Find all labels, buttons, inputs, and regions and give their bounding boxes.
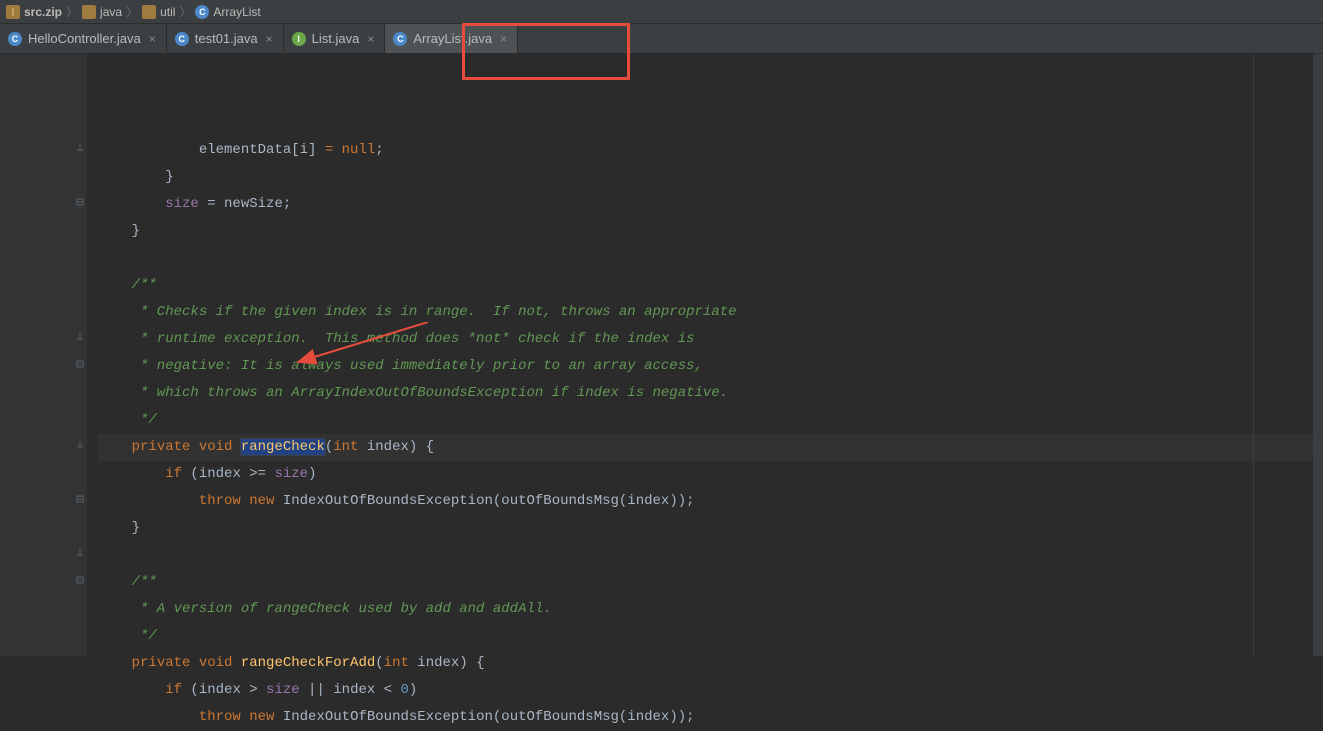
code-line[interactable]: * A version of rangeCheck used by add an… [98,596,1313,623]
code-line[interactable]: } [98,515,1313,542]
interface-icon: I [292,32,306,46]
code-line[interactable]: if (index >= size) [98,461,1313,488]
code-line[interactable]: private void rangeCheck(int index) { [98,434,1313,461]
code-line[interactable]: throw new IndexOutOfBoundsException(outO… [98,488,1313,515]
fold-start-icon[interactable] [75,198,85,210]
code-line[interactable] [98,542,1313,569]
code-line[interactable]: private void rangeCheckForAdd(int index)… [98,650,1313,677]
code-editor[interactable]: elementData[i] = null; } size = newSize;… [88,54,1313,656]
close-icon[interactable]: × [264,32,275,46]
code-line[interactable]: } [98,218,1313,245]
breadcrumb-item-util[interactable]: util [142,5,175,19]
breadcrumb-label: java [100,5,122,19]
code-line[interactable]: * Checks if the given index is in range.… [98,299,1313,326]
tab-hellocontroller-java[interactable]: C HelloController.java × [0,24,167,53]
fold-start-icon[interactable] [75,576,85,588]
code-line[interactable]: size = newSize; [98,191,1313,218]
folder-icon [82,5,96,19]
breadcrumb-label: ArrayList [213,5,260,19]
class-icon: C [393,32,407,46]
scrollbar[interactable] [1313,54,1323,656]
breadcrumb-item-java[interactable]: java [82,5,122,19]
code-line[interactable]: } [98,164,1313,191]
breadcrumb-separator: 〉 [66,3,78,20]
tab-label: ArrayList.java [413,31,492,46]
folder-icon [142,5,156,19]
breadcrumb-bar: src.zip 〉 java 〉 util 〉 C ArrayList [0,0,1323,24]
code-line[interactable]: */ [98,407,1313,434]
editor-tabs: C HelloController.java × Ctest01.java × I List… [0,24,1323,54]
code-line[interactable]: if (index > size || index < 0) [98,677,1313,704]
class-icon: C [195,5,209,19]
code-line[interactable]: * which throws an ArrayIndexOutOfBoundsE… [98,380,1313,407]
gutter[interactable] [0,54,88,656]
code-line[interactable]: /** [98,272,1313,299]
close-icon[interactable]: × [365,32,376,46]
tab-label: test01.java [195,31,258,46]
code-line[interactable]: throw new IndexOutOfBoundsException(outO… [98,704,1313,731]
archive-icon [6,5,20,19]
breadcrumb-item-src-zip[interactable]: src.zip [6,5,62,19]
right-margin-line [1253,54,1254,656]
code-line[interactable]: /** [98,569,1313,596]
code-line[interactable] [98,245,1313,272]
class-icon: C [8,32,22,46]
close-icon[interactable]: × [147,32,158,46]
class-icon: C [175,32,189,46]
breadcrumb-item-arraylist[interactable]: C ArrayList [195,5,260,19]
breadcrumb-label: util [160,5,175,19]
fold-end-icon[interactable] [75,549,85,561]
code-line[interactable]: * negative: It is always used immediatel… [98,353,1313,380]
tab-label: List.java [312,31,360,46]
close-icon[interactable]: × [498,32,509,46]
fold-end-icon[interactable] [75,441,85,453]
editor-container: elementData[i] = null; } size = newSize;… [0,54,1323,656]
breadcrumb-label: src.zip [24,5,62,19]
code-line[interactable]: elementData[i] = null; [98,137,1313,164]
breadcrumb-separator: 〉 [179,3,191,20]
code-line[interactable]: * runtime exception. This method does *n… [98,326,1313,353]
tab-arraylist-java[interactable]: C ArrayList.java × [385,24,518,53]
fold-start-icon[interactable] [75,495,85,507]
tab-list-java[interactable]: I List.java × [284,24,386,53]
fold-end-icon[interactable] [75,333,85,345]
tab-test01-java[interactable]: Ctest01.java × [167,24,284,53]
breadcrumb-separator: 〉 [126,3,138,20]
code-line[interactable]: */ [98,623,1313,650]
fold-start-icon[interactable] [75,360,85,372]
tab-label: HelloController.java [28,31,141,46]
fold-end-icon[interactable] [75,144,85,156]
